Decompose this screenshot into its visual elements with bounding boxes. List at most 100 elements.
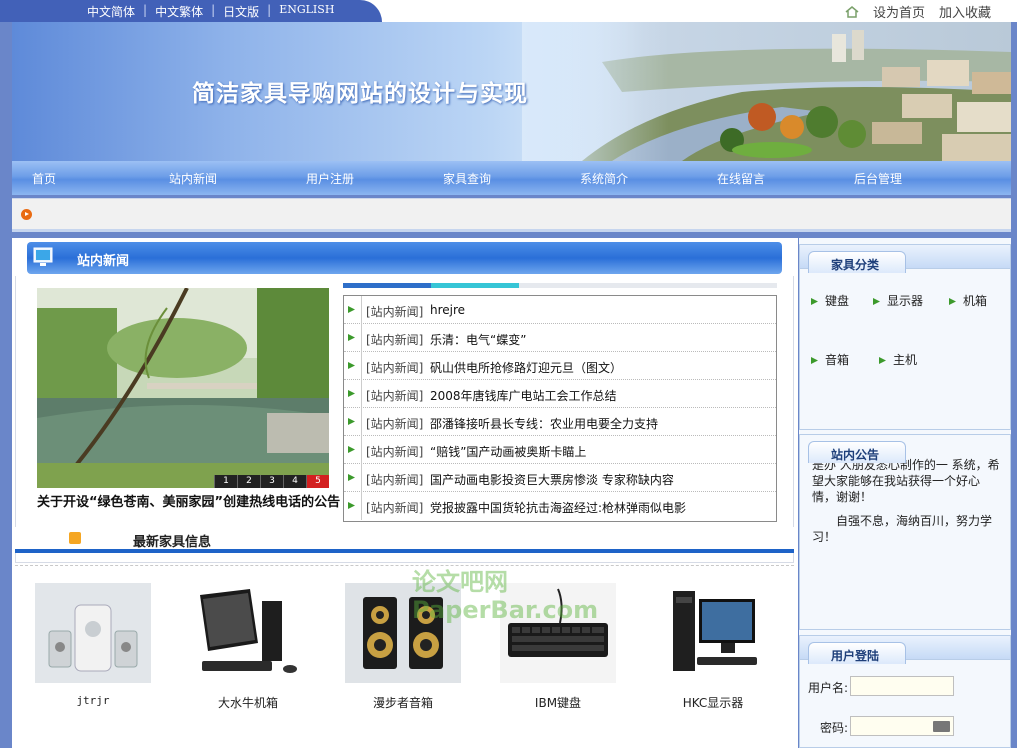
lang-link-english[interactable]: ENGLISH: [275, 3, 338, 20]
login-title: 用户登陆: [831, 649, 880, 663]
news-item[interactable]: [站内新闻] 党报披露中国货轮抗击海盗经过:枪林弹雨似电影: [344, 492, 776, 520]
nav-item-news[interactable]: 站内新闻: [169, 170, 217, 187]
news-section-header: 站内新闻: [27, 242, 782, 274]
news-category: [站内新闻]: [366, 501, 424, 515]
news-title[interactable]: 乐清：电气“蝶变”: [430, 331, 526, 348]
green-arrow-icon: [949, 298, 956, 305]
news-photo[interactable]: 1 2 3 4 5: [37, 288, 329, 488]
main-content: 站内新闻 1 2 3 4 5 关于开设“绿色苍南、美丽家园”创建热线电话的公告: [12, 238, 798, 748]
product-name[interactable]: 漫步者音箱: [345, 694, 461, 711]
news-list: [站内新闻] hrejre [站内新闻] 乐清：电气“蝶变” [站内新闻] 矾山…: [343, 295, 777, 522]
park-photo: [37, 288, 329, 488]
password-input[interactable]: [850, 716, 954, 736]
product-name[interactable]: HKC显示器: [655, 694, 771, 711]
set-home-link[interactable]: 设为首页: [873, 2, 925, 21]
add-favorite-link[interactable]: 加入收藏: [939, 2, 991, 21]
product-image[interactable]: [655, 583, 771, 683]
green-arrow-icon: [348, 362, 355, 369]
green-arrow-icon: [811, 357, 818, 364]
sidebar: 家具分类 键盘 显示器 机箱 音箱 主机 是办 人朋友悉心制作的一 系统，希望大…: [799, 238, 1011, 748]
category-item-keyboard[interactable]: 键盘: [810, 292, 849, 309]
product-image[interactable]: [35, 583, 151, 683]
categories-title: 家具分类: [831, 258, 880, 272]
photo-caption-link[interactable]: 关于开设“绿色苍南、美丽家园”创建热线电话的公告: [37, 491, 340, 510]
slide-page-3[interactable]: 3: [260, 475, 283, 488]
news-title[interactable]: 邵潘锋接听县长专线：农业用电要全力支持: [430, 415, 658, 432]
city-banner-image: [522, 22, 1011, 161]
news-category: [站内新闻]: [366, 389, 424, 403]
latest-furniture-header: 最新家具信息: [15, 527, 794, 553]
main-nav: 首页 站内新闻 用户注册 家具查询 系统简介 在线留言 后台管理: [12, 161, 1011, 195]
monitor-icon: [33, 247, 53, 266]
green-arrow-icon: [811, 298, 818, 305]
green-arrow-icon: [348, 390, 355, 397]
nav-item-furniture-search[interactable]: 家具查询: [443, 170, 491, 187]
nav-item-admin[interactable]: 后台管理: [854, 170, 902, 187]
green-arrow-icon: [348, 418, 355, 425]
slide-page-5[interactable]: 5: [306, 475, 329, 488]
nav-item-about[interactable]: 系统简介: [580, 170, 628, 187]
notice-title: 站内公告: [831, 448, 880, 462]
news-item[interactable]: [站内新闻] 矾山供电所抢修路灯迎元旦（图文）: [344, 352, 776, 380]
login-panel: 用户登陆 用户名: 密码:: [799, 635, 1011, 748]
category-item-monitor[interactable]: 显示器: [872, 292, 923, 309]
category-item-speaker[interactable]: 音箱: [810, 351, 849, 368]
news-tab-bar: [343, 283, 777, 288]
keyboard-icon[interactable]: [933, 721, 950, 732]
news-item[interactable]: [站内新闻] 2008年唐钱库广电站工会工作总结: [344, 380, 776, 408]
categories-panel: 家具分类 键盘 显示器 机箱 音箱 主机: [799, 244, 1011, 430]
lang-link-simplified[interactable]: 中文简体: [83, 3, 139, 20]
green-arrow-icon: [348, 334, 355, 341]
notice-panel: 是办 人朋友悉心制作的一 系统，希望大家能够在我站获得一个好心情，谢谢！ 自强不…: [799, 434, 1011, 630]
news-category: [站内新闻]: [366, 417, 424, 431]
username-input[interactable]: [850, 676, 954, 696]
news-category: [站内新闻]: [366, 305, 424, 319]
news-category: [站内新闻]: [366, 361, 424, 375]
product-name[interactable]: jtrjr: [35, 694, 151, 707]
nav-item-register[interactable]: 用户注册: [306, 170, 354, 187]
green-arrow-icon: [348, 502, 355, 509]
product-image[interactable]: [190, 583, 306, 683]
product-card[interactable]: 大水牛机箱: [190, 583, 306, 711]
news-title[interactable]: hrejre: [430, 303, 465, 317]
news-title[interactable]: 矾山供电所抢修路灯迎元旦（图文）: [430, 359, 622, 376]
home-icon: [845, 5, 859, 18]
news-title[interactable]: 党报披露中国货轮抗击海盗经过:枪林弹雨似电影: [430, 499, 686, 516]
news-item[interactable]: [站内新闻] 邵潘锋接听县长专线：农业用电要全力支持: [344, 408, 776, 436]
news-category: [站内新闻]: [366, 333, 424, 347]
news-section-title: 站内新闻: [77, 254, 130, 269]
product-card[interactable]: HKC显示器: [655, 583, 771, 711]
news-category: [站内新闻]: [366, 473, 424, 487]
news-item[interactable]: [站内新闻] “赔钱”国产动画被奥斯卡瞄上: [344, 436, 776, 464]
news-title[interactable]: 2008年唐钱库广电站工会工作总结: [430, 387, 617, 404]
slide-page-2[interactable]: 2: [237, 475, 260, 488]
password-label: 密码:: [820, 721, 849, 735]
product-name[interactable]: IBM键盘: [500, 694, 616, 711]
green-arrow-icon: [348, 306, 355, 313]
news-item[interactable]: [站内新闻] hrejre: [344, 296, 776, 324]
category-item-host[interactable]: 主机: [878, 351, 917, 368]
news-item[interactable]: [站内新闻] 国产动画电影投资巨大票房惨淡 专家称缺内容: [344, 464, 776, 492]
green-arrow-icon: [348, 474, 355, 481]
slideshow-pager: 1 2 3 4 5: [214, 475, 329, 488]
banner: 简洁家具导购网站的设计与实现: [12, 22, 1011, 161]
lang-link-traditional[interactable]: 中文繁体: [151, 3, 207, 20]
watermark: 论文吧网 PaperBar.com: [412, 568, 599, 624]
green-arrow-icon: [873, 298, 880, 305]
news-category: [站内新闻]: [366, 445, 424, 459]
category-item-case[interactable]: 机箱: [948, 292, 987, 309]
announcement-marquee: [12, 198, 1011, 232]
nav-item-home[interactable]: 首页: [32, 170, 56, 187]
news-title[interactable]: 国产动画电影投资巨大票房惨淡 专家称缺内容: [430, 471, 674, 488]
news-title[interactable]: “赔钱”国产动画被奥斯卡瞄上: [430, 443, 586, 460]
chevron-down-icon: [69, 532, 81, 544]
play-icon: [21, 209, 32, 220]
product-card[interactable]: jtrjr: [35, 583, 151, 707]
nav-item-guestbook[interactable]: 在线留言: [717, 170, 765, 187]
username-label: 用户名:: [808, 681, 849, 695]
slide-page-4[interactable]: 4: [283, 475, 306, 488]
lang-link-japanese[interactable]: 日文版: [219, 3, 263, 20]
product-name[interactable]: 大水牛机箱: [190, 694, 306, 711]
slide-page-1[interactable]: 1: [214, 475, 237, 488]
news-item[interactable]: [站内新闻] 乐清：电气“蝶变”: [344, 324, 776, 352]
